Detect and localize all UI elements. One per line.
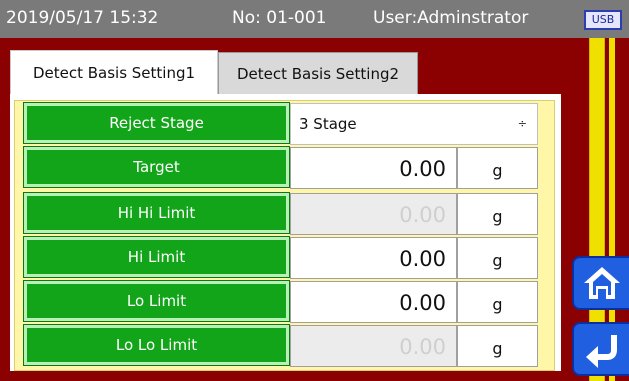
lo-lo-limit-row: Lo Lo Limit 0.00 g <box>23 324 538 367</box>
lo-limit-row: Lo Limit 0.00 g <box>23 280 538 323</box>
lo-lo-limit-label: Lo Lo Limit <box>23 324 290 366</box>
hi-hi-limit-unit: g <box>457 193 538 235</box>
lo-lo-limit-unit: g <box>457 325 538 367</box>
target-input[interactable]: 0.00 <box>290 147 457 189</box>
select-arrows-icon: ÷ <box>517 117 527 130</box>
target-unit: g <box>457 147 538 189</box>
return-button[interactable] <box>572 322 629 376</box>
reject-stage-value: 3 Stage <box>299 115 357 133</box>
lo-limit-input[interactable]: 0.00 <box>290 281 457 323</box>
tab-detect-basis-setting2[interactable]: Detect Basis Setting2 <box>218 52 418 94</box>
hi-hi-limit-label: Hi Hi Limit <box>23 192 290 234</box>
number-text: No: 01-001 <box>232 8 327 28</box>
hi-limit-label: Hi Limit <box>23 236 290 278</box>
hi-hi-limit-row: Hi Hi Limit 0.00 g <box>23 192 538 235</box>
usb-indicator: USB <box>584 10 622 30</box>
hi-limit-unit: g <box>457 237 538 279</box>
datetime-text: 2019/05/17 15:32 <box>6 8 159 28</box>
target-row: Target 0.00 g <box>23 146 538 189</box>
target-label: Target <box>23 146 290 188</box>
return-icon <box>585 335 617 368</box>
hi-limit-input[interactable]: 0.00 <box>290 237 457 279</box>
home-button[interactable] <box>572 256 629 310</box>
lo-lo-limit-input: 0.00 <box>290 325 457 367</box>
lo-limit-label: Lo Limit <box>23 280 290 322</box>
hi-limit-row: Hi Limit 0.00 g <box>23 236 538 279</box>
home-icon <box>583 267 620 299</box>
hi-hi-limit-input: 0.00 <box>290 193 457 235</box>
lo-limit-unit: g <box>457 281 538 323</box>
reject-stage-label: Reject Stage <box>23 102 290 144</box>
user-text: User:Adminstrator <box>373 8 529 28</box>
reject-stage-row: Reject Stage 3 Stage ÷ <box>23 102 538 145</box>
tab-detect-basis-setting1[interactable]: Detect Basis Setting1 <box>10 50 218 96</box>
status-bar: 2019/05/17 15:32 No: 01-001 User:Adminst… <box>0 0 629 38</box>
reject-stage-select[interactable]: 3 Stage ÷ <box>290 103 538 145</box>
